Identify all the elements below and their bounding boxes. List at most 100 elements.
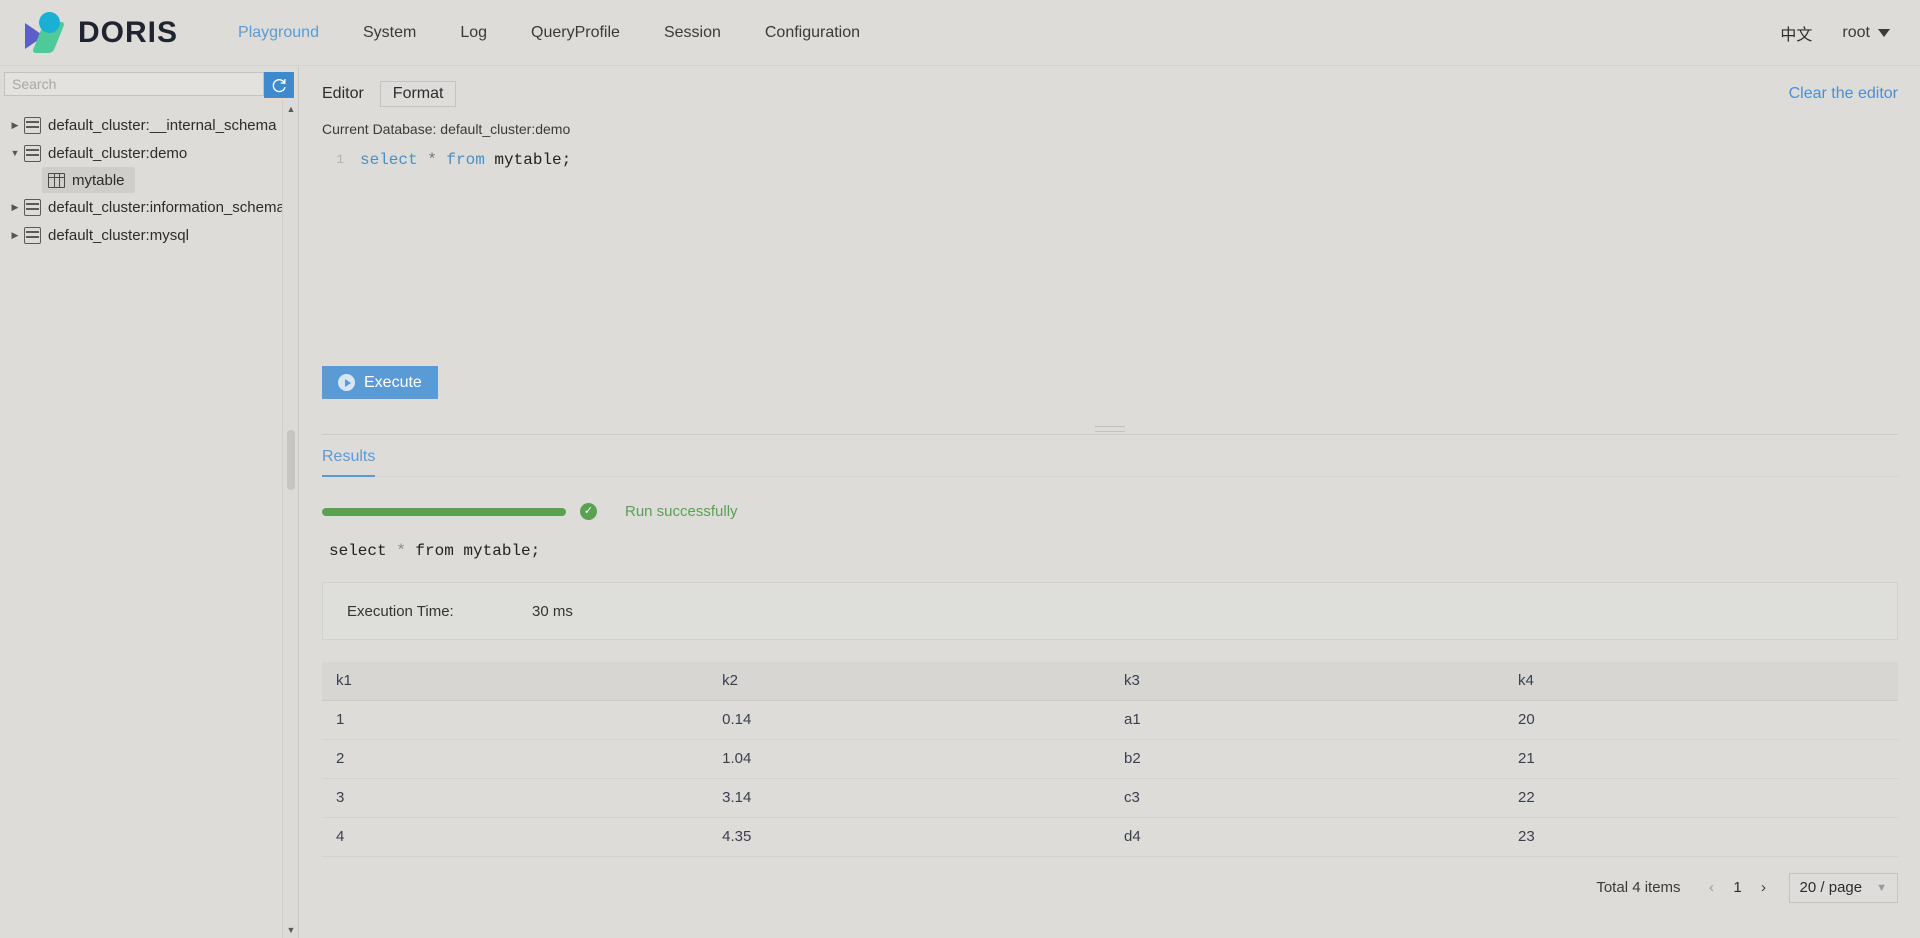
- database-icon: [24, 116, 41, 134]
- table-header-row: k1 k2 k3 k4: [322, 662, 1898, 701]
- tree-child-label: mytable: [72, 171, 125, 189]
- chevron-down-icon: ▼: [1876, 881, 1887, 894]
- execute-button[interactable]: Execute: [322, 366, 438, 399]
- chevron-up-icon[interactable]: ▲: [283, 100, 299, 117]
- chevron-right-icon[interactable]: ›: [1751, 879, 1777, 896]
- sql-table-name: mytable;: [484, 151, 572, 169]
- table-row: 2 1.04 b2 21: [322, 739, 1898, 779]
- page-size-select[interactable]: 20 / page ▼: [1788, 872, 1898, 903]
- cell: 1: [322, 700, 709, 740]
- cell: 2: [322, 739, 709, 779]
- nav-item-log[interactable]: Log: [438, 0, 509, 66]
- sidebar-scrollbar[interactable]: ▲ ▼: [282, 100, 298, 938]
- play-icon: [338, 374, 355, 391]
- tree-node-label: default_cluster:demo: [48, 144, 188, 162]
- sql-keyword-from: from: [446, 151, 485, 169]
- cell: 21: [1503, 739, 1898, 779]
- table-icon: [48, 172, 65, 188]
- sidebar-search-row: [0, 67, 298, 101]
- tabs-underline: [322, 476, 1898, 477]
- main-nav: Playground System Log QueryProfile Sessi…: [216, 0, 882, 65]
- database-tree: default_cluster:__internal_schema defaul…: [0, 101, 298, 249]
- execute-button-label: Execute: [364, 373, 422, 391]
- tree-node-internal-schema[interactable]: default_cluster:__internal_schema: [0, 111, 298, 139]
- cell: 20: [1503, 700, 1898, 740]
- tree-node-label: default_cluster:__internal_schema: [48, 116, 277, 134]
- cell: 4.35: [708, 817, 1110, 857]
- nav-item-playground[interactable]: Playground: [216, 0, 341, 66]
- chevron-right-icon[interactable]: [6, 230, 24, 241]
- tree-node-mytable[interactable]: mytable: [42, 167, 135, 193]
- refresh-icon[interactable]: [264, 72, 294, 98]
- echo-from: from: [415, 542, 454, 560]
- clear-editor-link[interactable]: Clear the editor: [1789, 85, 1898, 103]
- page-size-label: 20 / page: [1799, 879, 1863, 896]
- sql-editor[interactable]: 1 select * from mytable;: [322, 149, 1898, 364]
- language-switch[interactable]: 中文: [1780, 21, 1812, 45]
- editor-label: Editor: [322, 85, 364, 102]
- cell: 23: [1503, 817, 1898, 857]
- brand-logo-group[interactable]: DORIS: [22, 8, 179, 56]
- table-row: 4 4.35 d4 23: [322, 817, 1898, 857]
- echo-select: select: [329, 542, 387, 560]
- code-text: select * from mytable;: [360, 149, 571, 171]
- nav-item-configuration[interactable]: Configuration: [743, 0, 882, 66]
- brand-name: DORIS: [78, 15, 179, 49]
- progress-bar: [322, 507, 566, 516]
- code-line: 1 select * from mytable;: [322, 149, 1898, 171]
- panel-splitter[interactable]: [322, 421, 1898, 435]
- column-header-k2[interactable]: k2: [708, 662, 1110, 701]
- execution-time-value: 30 ms: [532, 602, 573, 620]
- tree-node-mysql[interactable]: default_cluster:mysql: [0, 221, 298, 249]
- nav-item-queryprofile[interactable]: QueryProfile: [509, 0, 642, 66]
- executed-sql-echo: select * from mytable;: [322, 542, 1898, 560]
- cell: 22: [1503, 778, 1898, 818]
- nav-item-session[interactable]: Session: [642, 0, 743, 66]
- execution-time-label: Execution Time:: [347, 602, 454, 620]
- column-header-k4[interactable]: k4: [1503, 662, 1898, 701]
- results-table: k1 k2 k3 k4 1 0.14 a1 20 2 1.04 b2 21 3 …: [322, 662, 1898, 857]
- tree-node-label: default_cluster:mysql: [48, 226, 189, 244]
- splitter-handle[interactable]: [1095, 422, 1125, 434]
- cell: 4: [322, 817, 709, 857]
- chevron-left-icon[interactable]: ‹: [1699, 879, 1725, 896]
- top-navigation-bar: DORIS Playground System Log QueryProfile…: [0, 0, 1920, 66]
- user-name-label: root: [1842, 23, 1870, 41]
- tab-results[interactable]: Results: [322, 448, 376, 477]
- cell: 0.14: [708, 700, 1110, 740]
- tree-node-label: default_cluster:information_schema: [48, 198, 285, 216]
- user-menu[interactable]: root: [1842, 24, 1890, 42]
- column-header-k3[interactable]: k3: [1109, 662, 1504, 701]
- tree-node-information-schema[interactable]: default_cluster:information_schema: [0, 193, 298, 221]
- cell: d4: [1109, 817, 1504, 857]
- chevron-right-icon[interactable]: [6, 120, 24, 131]
- search-input[interactable]: [4, 72, 264, 96]
- nav-item-system[interactable]: System: [341, 0, 438, 66]
- editor-toolbar: Editor Format Clear the editor: [322, 67, 1898, 107]
- results-tabs: Results: [322, 448, 1898, 477]
- database-icon: [24, 144, 41, 162]
- database-icon: [24, 198, 41, 216]
- doris-logo-icon: [22, 8, 68, 56]
- cell: c3: [1109, 778, 1504, 818]
- cell: b2: [1109, 739, 1504, 779]
- format-button[interactable]: Format: [379, 81, 457, 107]
- cell: 1.04: [708, 739, 1110, 779]
- chevron-down-icon[interactable]: ▼: [283, 921, 299, 938]
- chevron-down-icon[interactable]: [6, 148, 24, 158]
- execution-time-box: Execution Time: 30 ms: [322, 582, 1898, 640]
- cell: 3: [322, 778, 709, 818]
- chevron-right-icon[interactable]: [6, 202, 24, 213]
- table-row: 1 0.14 a1 20: [322, 700, 1898, 740]
- total-items-label: Total 4 items: [1596, 879, 1681, 896]
- run-status-row: ✓ Run successfully: [322, 503, 1898, 520]
- cell: 3.14: [708, 778, 1110, 818]
- scrollbar-thumb[interactable]: [287, 430, 295, 490]
- current-database-label: Current Database: default_cluster:demo: [322, 121, 571, 137]
- page-number-1[interactable]: 1: [1725, 879, 1751, 896]
- sidebar: default_cluster:__internal_schema defaul…: [0, 67, 299, 938]
- tree-node-demo[interactable]: default_cluster:demo: [0, 139, 298, 167]
- column-header-k1[interactable]: k1: [322, 662, 709, 701]
- chevron-down-icon: [1878, 28, 1890, 37]
- top-right-controls: 中文 root: [1780, 21, 1890, 45]
